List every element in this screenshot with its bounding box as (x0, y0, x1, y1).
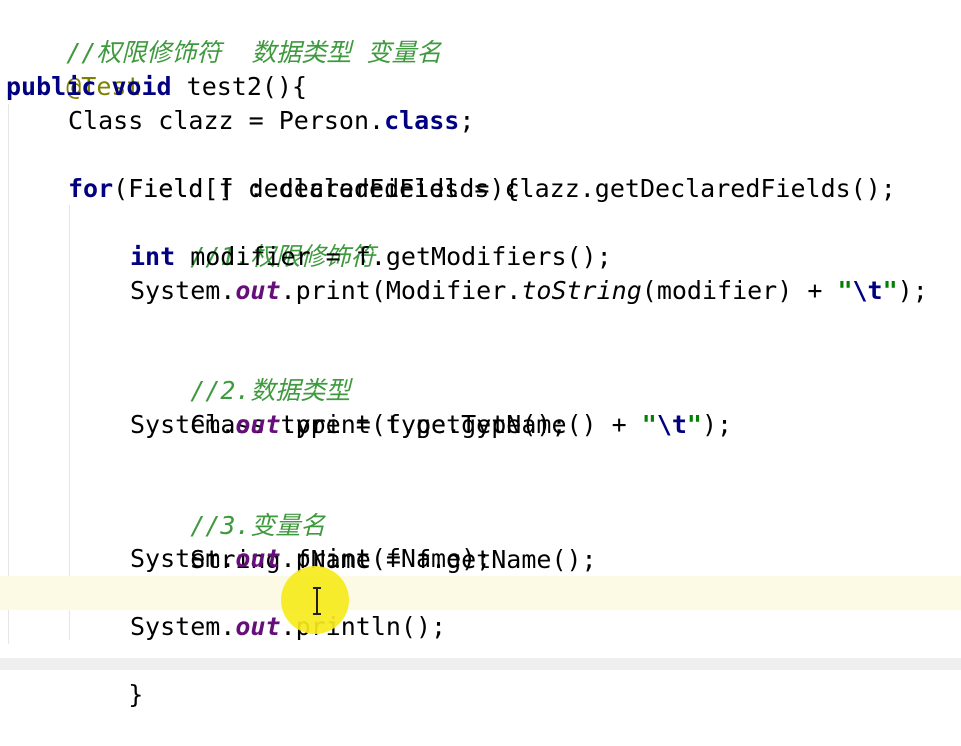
code-line-9[interactable]: System.out.print(Modifier.toString(modif… (0, 274, 961, 308)
static-field-out: out (235, 544, 281, 573)
code-text: System. (130, 544, 236, 573)
text-cursor-ibeam-icon (313, 587, 321, 615)
static-field-out: out (235, 410, 281, 439)
string-quote: " (641, 410, 657, 439)
code-text: ; (459, 106, 475, 135)
escape-tab: \t (656, 410, 687, 439)
code-line-11[interactable]: //2.数据类型 (0, 340, 961, 405)
code-line-16[interactable]: String fName = f.getName(); (0, 509, 961, 574)
method-signature: test2(){ (171, 72, 308, 101)
code-line-4[interactable]: Class clazz = Person.class; (0, 104, 961, 138)
code-text: System. (130, 276, 236, 305)
string-quote: " (686, 410, 702, 439)
code-text: } (128, 680, 144, 709)
code-line-12[interactable]: Class type = f.getType(); (0, 374, 961, 439)
code-text: (modifier) + (641, 276, 838, 305)
code-text: System. (130, 410, 236, 439)
code-line-1[interactable]: //权限修饰符 数据类型 变量名 (0, 2, 961, 67)
code-line-19[interactable]: System.out.println(); (0, 610, 961, 644)
escape-tab: \t (852, 276, 883, 305)
code-text: .print(Modifier. (280, 276, 522, 305)
static-method-tostring: toString (521, 276, 642, 305)
code-line-14[interactable] (0, 442, 961, 476)
code-line-6[interactable]: for(Field f : declaredFields){ (0, 172, 961, 206)
keyword-void: void (111, 72, 172, 101)
string-quote: " (882, 276, 898, 305)
keyword-public: public (6, 72, 97, 101)
keyword-int: int (130, 242, 176, 271)
code-line-2[interactable]: @Test (0, 36, 961, 101)
code-text: .print(type.getName() + (280, 410, 642, 439)
code-line-3[interactable]: public void test2(){ (0, 70, 961, 104)
code-line-10[interactable] (0, 308, 961, 342)
code-line-5[interactable]: Field[] declaredFields = clazz.getDeclar… (0, 138, 961, 203)
static-field-out: out (235, 612, 281, 641)
code-text: (Field f : declaredFields){ (113, 174, 520, 203)
code-line-7[interactable]: //1.权限修饰符 (0, 206, 961, 271)
bottom-edge (0, 658, 961, 670)
string-quote: " (837, 276, 853, 305)
keyword-for: for (68, 174, 114, 203)
code-text: ); (701, 410, 733, 439)
code-line-13[interactable]: System.out.print(type.getName() + "\t"); (0, 408, 961, 442)
code-line-15[interactable]: //3.变量名 (0, 475, 961, 540)
code-text: System. (130, 612, 236, 641)
code-text: modifier = f.getModifiers(); (175, 242, 612, 271)
code-text: ); (897, 276, 928, 305)
keyword-class: class (384, 106, 460, 135)
code-line-17[interactable]: System.out.print(fName); (0, 542, 961, 576)
code-line-8[interactable]: int modifier = f.getModifiers(); (0, 240, 961, 274)
code-editor[interactable]: //权限修饰符 数据类型 变量名 @Test public void test2… (0, 0, 961, 709)
static-field-out: out (235, 276, 281, 305)
code-line-18-current[interactable] (0, 576, 961, 610)
code-text: Class clazz = Person. (68, 106, 385, 135)
